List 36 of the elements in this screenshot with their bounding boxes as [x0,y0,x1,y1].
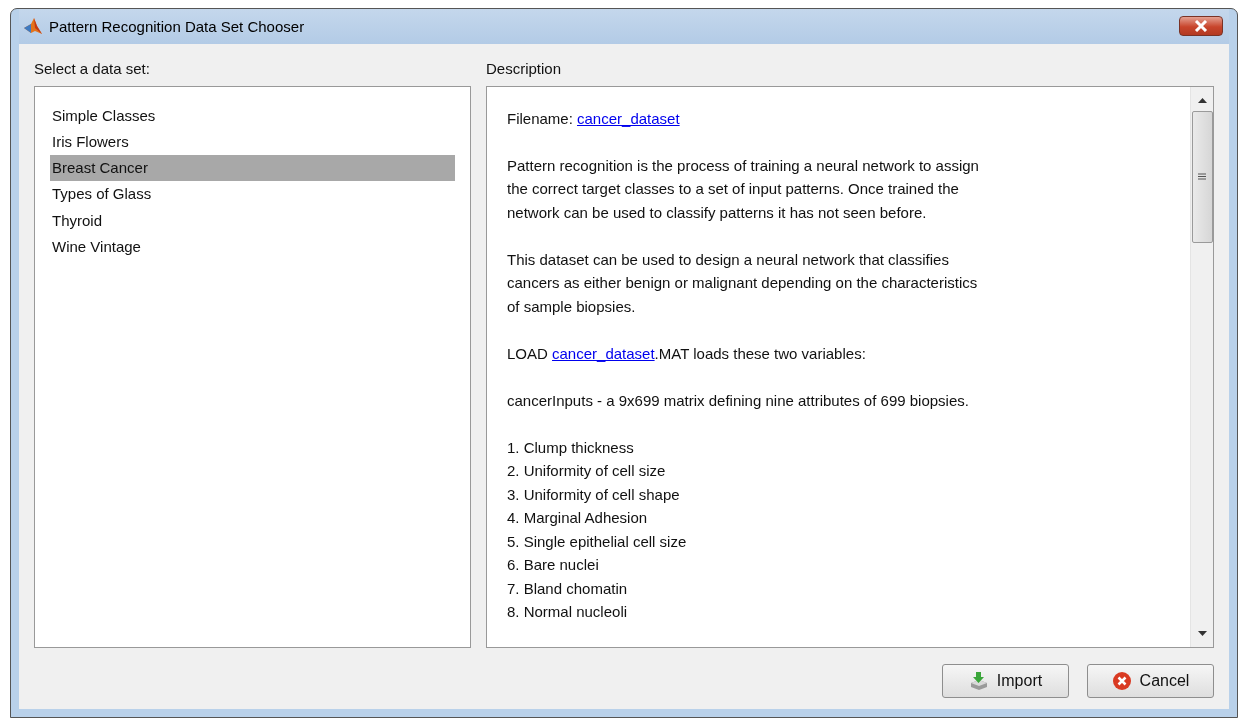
grip-icon [1198,173,1206,180]
dataset-item[interactable]: Breast Cancer [50,155,455,182]
cancel-icon [1111,671,1132,691]
description-text: LOAD cancer_dataset.MAT loads these two variables: [507,343,867,364]
attribute-item: 8. Normal nucleoli [507,602,629,622]
scroll-up-icon[interactable] [1197,96,1207,103]
vertical-scrollbar[interactable] [1190,86,1213,647]
dataset-item[interactable]: Simple Classes [50,102,455,129]
description-label: Description [486,59,562,79]
dataset-item[interactable]: Types of Glass [50,181,455,208]
description-paragraph: cancerInputs - a 9x699 matrix defining nine attributes of 699 biopsies. [507,390,970,411]
cancel-button[interactable]: Cancel [1087,664,1214,698]
dataset-link[interactable]: cancer_dataset [552,344,655,362]
peak-logo-icon [23,16,43,37]
attribute-item: 2. Uniformity of cell size [507,461,667,481]
import-icon [968,671,989,691]
description-paragraph: Pattern recognition is the process of training a neural network to assign the correct target classes to a set of input patterns. Once trained the network can be used to classify patterns it has not seen before. [507,155,980,223]
attribute-item: 1. Clump thickness [507,437,635,458]
attribute-item: 6. Bare nuclei [507,555,600,575]
attribute-item: 5. Single epithelial cell size [507,531,688,552]
scroll-thumb[interactable] [1191,110,1213,243]
attribute-item: 4. Marginal Adhesion [507,508,649,528]
close-button[interactable] [1179,16,1223,37]
scroll-down-icon[interactable] [1197,631,1207,637]
dataset-item[interactable]: Thyroid [50,207,455,234]
attribute-item: 3. Uniformity of cell shape [507,484,681,505]
import-button[interactable]: Import [942,664,1069,698]
list-label: Select a data set: [34,59,150,79]
description-text: Filename: cancer_dataset [507,108,681,129]
description-paragraph: This dataset can be used to design a neural network that classifies cancers as either benign or malignant depending on the characteristics of sample biopsies. [507,249,979,317]
attribute-item: 7. Bland chomatin [507,578,629,599]
close-icon [1194,20,1208,33]
dataset-item[interactable]: Iris Flowers [50,128,455,156]
dataset-link[interactable]: cancer_dataset [577,109,680,127]
dataset-item[interactable]: Wine Vintage [50,234,455,261]
window-title: Pattern Recognition Data Set Chooser [49,17,305,35]
